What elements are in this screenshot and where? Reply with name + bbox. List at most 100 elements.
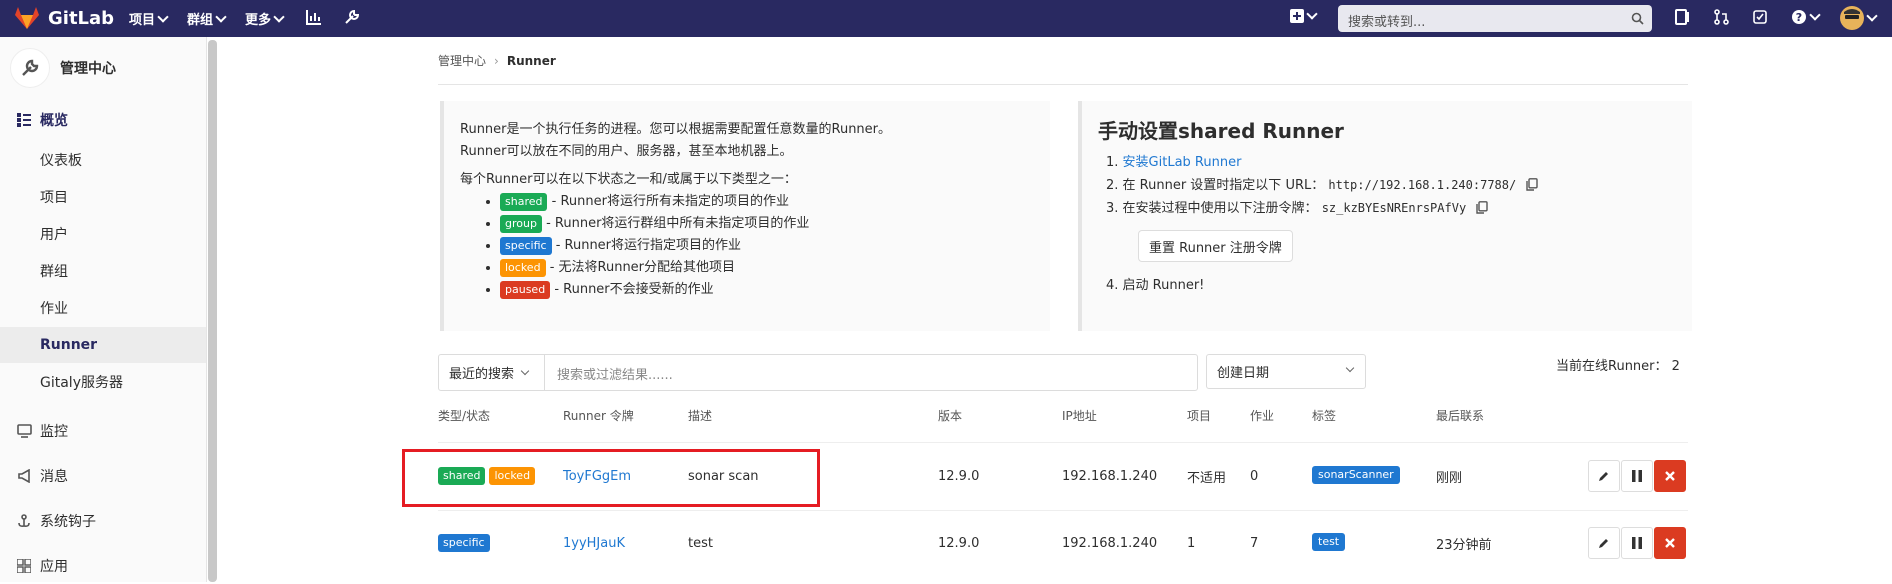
manual-setup-title: 手动设置shared Runner [1098, 119, 1344, 143]
coordinator-url: http://192.168.1.240:7788/ [1328, 178, 1517, 192]
sidebar-item-jobs[interactable]: 作业 [0, 290, 206, 326]
nav-more-label: 更多 [245, 13, 272, 28]
type-paused-desc: - Runner不会接受新的作业 [550, 282, 714, 297]
install-runner-link[interactable]: 安装GitLab Runner [1123, 155, 1242, 170]
row-divider [438, 442, 1688, 443]
issues-icon[interactable] [1675, 9, 1690, 25]
sidebar-item-groups[interactable]: 群组 [0, 253, 206, 289]
col-header-type: 类型/状态 [438, 409, 491, 423]
search-input[interactable]: 搜索或转到... [1338, 5, 1652, 32]
admin-wrench-icon[interactable] [344, 9, 360, 25]
sidebar-item-runners[interactable]: Runner [0, 327, 206, 363]
sidebar-item-overview[interactable]: 概览 [0, 102, 206, 138]
sidebar-item-users[interactable]: 用户 [0, 216, 206, 252]
recent-searches-dropdown[interactable]: 最近的搜索 [439, 355, 545, 390]
sidebar-header[interactable]: 管理中心 [10, 48, 116, 88]
overview-icon [16, 112, 32, 128]
sidebar-item-gitaly[interactable]: Gitaly服务器 [0, 364, 206, 400]
copy-token-icon[interactable] [1476, 201, 1489, 214]
paused-badge: paused [500, 281, 551, 299]
chevron-down-icon [215, 10, 227, 23]
chevron-down-icon [1345, 363, 1355, 373]
plus-square-icon [1290, 9, 1304, 23]
chevron-down-icon [273, 10, 285, 23]
step-4: 4. 启动 Runner! [1106, 278, 1205, 293]
help-dropdown[interactable]: ? [1791, 9, 1821, 25]
type-specific-item: specific - Runner将运行指定项目的作业 [500, 235, 891, 257]
sidebar-item-messages[interactable]: 消息 [0, 458, 206, 494]
pause-runner-button[interactable] [1621, 527, 1653, 559]
applications-icon [16, 558, 32, 574]
todos-icon[interactable] [1753, 9, 1768, 25]
sidebar-item-projects[interactable]: 项目 [0, 179, 206, 215]
runner-last-contact: 刚刚 [1436, 470, 1463, 486]
sidebar-item-label: 仪表板 [40, 153, 82, 169]
type-locked-desc: - 无法将Runner分配给其他项目 [545, 260, 736, 275]
edit-runner-button[interactable] [1588, 460, 1620, 492]
breadcrumb-runners[interactable]: Runner [507, 54, 556, 68]
brand-name: GitLab [48, 7, 115, 29]
type-shared-item: shared - Runner将运行所有未指定的项目的作业 [500, 191, 891, 213]
pencil-icon [1599, 472, 1608, 481]
chevron-down-icon [1866, 10, 1878, 22]
filter-input[interactable]: 搜索或过滤结果...... [557, 364, 673, 383]
step-3: 3. 在安装过程中使用以下注册令牌： sz_kzBYEsNREnrsPAfVy [1106, 197, 1538, 220]
remove-runner-button[interactable] [1654, 527, 1686, 559]
pause-runner-button[interactable] [1621, 460, 1653, 492]
breadcrumb-admin[interactable]: 管理中心 [438, 52, 486, 69]
reset-token-button[interactable]: 重置 Runner 注册令牌 [1138, 230, 1293, 262]
type-specific-desc: - Runner将运行指定项目的作业 [551, 238, 742, 253]
help-icon: ? [1792, 10, 1806, 24]
sidebar-item-label: 用户 [40, 227, 68, 243]
col-header-token: Runner 令牌 [563, 409, 634, 423]
recent-searches-label: 最近的搜索 [449, 367, 515, 382]
brand-link[interactable]: GitLab [14, 6, 114, 30]
col-header-description: 描述 [688, 409, 713, 423]
runner-description: test [688, 535, 713, 551]
col-header-tags: 标签 [1312, 409, 1337, 423]
nav-groups-label: 群组 [187, 13, 214, 28]
copy-url-icon[interactable] [1526, 178, 1539, 191]
col-header-ip: IP地址 [1062, 409, 1097, 423]
col-header-last-contact: 最后联系 [1436, 409, 1485, 423]
online-runners-count: 当前在线Runner： 2 [1556, 359, 1680, 374]
megaphone-icon [16, 468, 32, 484]
manual-setup-panel: 手动设置shared Runner 1. 安装GitLab Runner 2. … [1078, 101, 1692, 331]
sidebar-item-label: 应用 [40, 559, 68, 575]
sidebar-item-applications[interactable]: 应用 [0, 548, 206, 584]
nav-projects[interactable]: 项目 [129, 9, 169, 28]
step-2: 2. 在 Runner 设置时指定以下 URL： http://192.168.… [1106, 174, 1539, 197]
runner-info-panel: Runner是一个执行任务的进程。您可以根据需要配置任意数量的Runner。 R… [440, 101, 1050, 331]
sidebar-item-system-hooks[interactable]: 系统钩子 [0, 503, 206, 539]
admin-avatar [10, 48, 50, 88]
sidebar-item-label: 作业 [40, 301, 68, 317]
type-shared-desc: - Runner将运行所有未指定的项目的作业 [547, 194, 789, 209]
remove-runner-button[interactable] [1654, 460, 1686, 492]
specific-badge: specific [500, 237, 552, 255]
gitlab-logo-icon [15, 7, 39, 29]
group-badge: group [500, 215, 542, 233]
user-menu[interactable] [1840, 6, 1878, 30]
close-icon [1665, 538, 1675, 548]
avatar [1840, 6, 1864, 30]
col-header-projects: 项目 [1187, 409, 1212, 423]
sidebar-item-monitoring[interactable]: 监控 [0, 413, 206, 449]
nav-groups[interactable]: 群组 [187, 9, 227, 28]
merge-requests-icon[interactable] [1714, 9, 1729, 25]
row-2-badges: specific [438, 532, 490, 554]
runner-version: 12.9.0 [938, 535, 980, 551]
col-header-version: 版本 [938, 409, 963, 423]
activity-chart-icon[interactable] [306, 9, 322, 25]
close-icon [1665, 471, 1675, 481]
sidebar-item-overview-label: 概览 [40, 113, 68, 129]
edit-runner-button[interactable] [1588, 527, 1620, 559]
col-header-jobs: 作业 [1250, 409, 1275, 423]
sidebar-item-label: 项目 [40, 190, 68, 206]
sidebar-item-dashboard[interactable]: 仪表板 [0, 142, 206, 178]
new-dropdown[interactable] [1290, 8, 1318, 23]
nav-more[interactable]: 更多 [245, 9, 285, 28]
runner-token-link[interactable]: 1yyHJauK [563, 532, 625, 554]
sidebar-scrollbar[interactable] [208, 40, 217, 582]
sort-dropdown[interactable]: 创建日期 [1206, 354, 1366, 389]
runner-ip: 192.168.1.240 [1062, 468, 1158, 484]
